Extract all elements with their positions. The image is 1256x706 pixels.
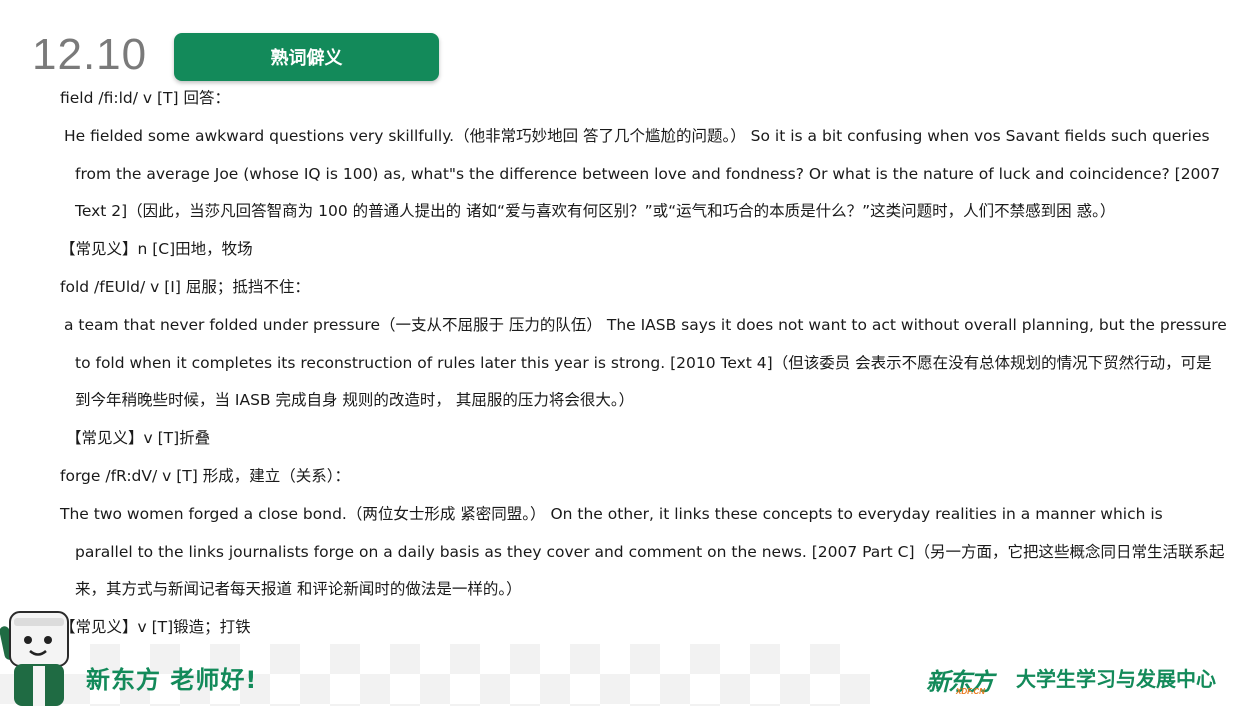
entry-forge-example-3: 来，其方式与新闻记者每天报道 和评论新闻时的做法是一样的。） [75, 580, 522, 599]
entry-fold-common-meaning: 【常见义】v [T]折叠 [66, 429, 211, 448]
entry-field-headword: field /fi:ld/ v [T] 回答： [60, 89, 230, 107]
vocabulary-content: field /fi:ld/ v [T] 回答： He fielded some … [60, 80, 1227, 647]
entry-field-example-1: He fielded some awkward questions very s… [64, 126, 1210, 145]
title-badge: 熟词僻义 [174, 33, 439, 81]
mascot-character-icon [0, 611, 69, 706]
entry-fold-headword: fold /fEUld/ v [I] 屈服；抵挡不住： [60, 277, 310, 296]
entry-forge-example-2: parallel to the links journalists forge … [75, 542, 1225, 561]
entry-field-common-meaning: 【常见义】n [C]田地，牧场 [60, 240, 253, 259]
entry-fold-example-3: 到今年稍晚些时候，当 IASB 完成自身 规则的改造时， 其屈服的压力将会很大。… [75, 391, 635, 410]
date-label: 12.10 [32, 30, 148, 79]
entry-field-example-3: Text 2]（因此，当莎凡回答智商为 100 的普通人提出的 诸如“爱与喜欢有… [75, 202, 1116, 221]
brand-block: 新东方 XDF.CN 大学生学习与发展中心 [926, 658, 1216, 698]
logo-en: XDF.CN [956, 687, 985, 696]
slogan-text: 新东方 老师好! [86, 666, 258, 694]
center-name: 大学生学习与发展中心 [1016, 667, 1216, 691]
entry-fold-example-2: to fold when it completes its reconstruc… [75, 353, 1212, 372]
footer-bar: 新东方 老师好! 新东方 XDF.CN 大学生学习与发展中心 [0, 608, 1256, 706]
xdf-logo: 新东方 XDF.CN [926, 662, 1002, 698]
entry-forge-headword: forge /fR:dV/ v [T] 形成，建立（关系）： [60, 466, 350, 485]
entry-fold-example-1: a team that never folded under pressure（… [64, 315, 1227, 334]
entry-forge-example-1: The two women forged a close bond.（两位女士形… [60, 504, 1163, 523]
entry-field-example-2: from the average Joe (whose IQ is 100) a… [75, 164, 1221, 183]
